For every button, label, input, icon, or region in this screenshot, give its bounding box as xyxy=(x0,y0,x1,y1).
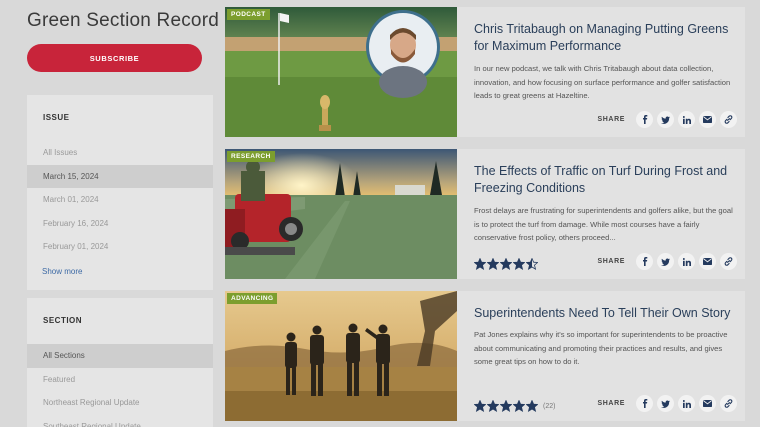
twitter-icon[interactable] xyxy=(657,253,674,270)
section-item-northeast[interactable]: Northeast Regional Update xyxy=(27,391,213,415)
facebook-icon[interactable] xyxy=(636,111,653,128)
star-icon[interactable] xyxy=(513,400,525,412)
show-more-link[interactable]: Show more xyxy=(27,259,213,276)
star-icon[interactable] xyxy=(526,258,538,270)
article-description: Pat Jones explains why it's so important… xyxy=(474,330,728,366)
star-icon[interactable] xyxy=(500,258,512,270)
article-card[interactable]: PODCAST Chris Tritabaugh on Managing Put… xyxy=(225,7,745,137)
article-title[interactable]: Chris Tritabaugh on Managing Putting Gre… xyxy=(474,21,739,55)
share-bar: SHARE xyxy=(597,395,737,412)
subscribe-button[interactable]: SUBSCRIBE xyxy=(27,44,202,72)
linkedin-icon[interactable] xyxy=(678,111,695,128)
share-bar: SHARE xyxy=(597,111,737,128)
article-rating[interactable] xyxy=(474,258,539,270)
twitter-icon[interactable] xyxy=(657,111,674,128)
star-icon[interactable] xyxy=(500,400,512,412)
issue-filter-panel: ISSUE All Issues March 15, 2024 March 01… xyxy=(27,95,213,290)
share-bar: SHARE xyxy=(597,253,737,270)
linkedin-icon[interactable] xyxy=(678,253,695,270)
article-description: In our new podcast, we talk with Chris T… xyxy=(474,64,731,100)
article-title[interactable]: Superintendents Need To Tell Their Own S… xyxy=(474,305,739,322)
section-item-featured[interactable]: Featured xyxy=(27,368,213,392)
article-image-advancing[interactable]: ADVANCING xyxy=(225,291,457,421)
star-icon[interactable] xyxy=(487,258,499,270)
star-icon[interactable] xyxy=(513,258,525,270)
section-filter-panel: SECTION All Sections Featured Northeast … xyxy=(27,290,213,427)
email-icon[interactable] xyxy=(699,253,716,270)
article-tag: ADVANCING xyxy=(227,293,278,304)
section-item-southeast[interactable]: Southeast Regional Update xyxy=(27,415,213,427)
link-icon[interactable] xyxy=(720,253,737,270)
linkedin-icon[interactable] xyxy=(678,395,695,412)
issue-item-all[interactable]: All Issues xyxy=(27,141,213,165)
issue-item-march-01-2024[interactable]: March 01, 2024 xyxy=(27,188,213,212)
issue-item-march-15-2024[interactable]: March 15, 2024 xyxy=(27,164,213,188)
article-title[interactable]: The Effects of Traffic on Turf During Fr… xyxy=(474,163,739,197)
issue-item-february-01-2024[interactable]: February 01, 2024 xyxy=(27,235,213,259)
star-icon[interactable] xyxy=(474,400,486,412)
share-label: SHARE xyxy=(597,258,625,265)
article-tag: PODCAST xyxy=(227,9,270,20)
section-item-all[interactable]: All Sections xyxy=(27,344,213,368)
facebook-icon[interactable] xyxy=(636,395,653,412)
facebook-icon[interactable] xyxy=(636,253,653,270)
twitter-icon[interactable] xyxy=(657,395,674,412)
article-image-podcast[interactable]: PODCAST xyxy=(225,7,457,137)
section-heading: SECTION xyxy=(43,316,83,325)
article-description: Frost delays are frustrating for superin… xyxy=(474,206,733,242)
article-tag: RESEARCH xyxy=(227,151,275,162)
article-image-research[interactable]: RESEARCH xyxy=(225,149,457,279)
link-icon[interactable] xyxy=(720,395,737,412)
article-card[interactable]: ADVANCING Superintendents Need To Tell T… xyxy=(225,291,745,421)
article-rating[interactable]: (22) xyxy=(474,400,555,412)
email-icon[interactable] xyxy=(699,111,716,128)
share-label: SHARE xyxy=(597,116,625,123)
share-label: SHARE xyxy=(597,400,625,407)
article-card[interactable]: RESEARCH The Effects of Traffic on Turf … xyxy=(225,149,745,279)
site-title: Green Section Record xyxy=(27,10,219,31)
issue-heading: ISSUE xyxy=(43,113,70,122)
issue-item-february-16-2024[interactable]: February 16, 2024 xyxy=(27,212,213,236)
star-icon[interactable] xyxy=(526,400,538,412)
rating-count: (22) xyxy=(543,402,556,410)
star-icon[interactable] xyxy=(487,400,499,412)
star-icon[interactable] xyxy=(474,258,486,270)
email-icon[interactable] xyxy=(699,395,716,412)
link-icon[interactable] xyxy=(720,111,737,128)
